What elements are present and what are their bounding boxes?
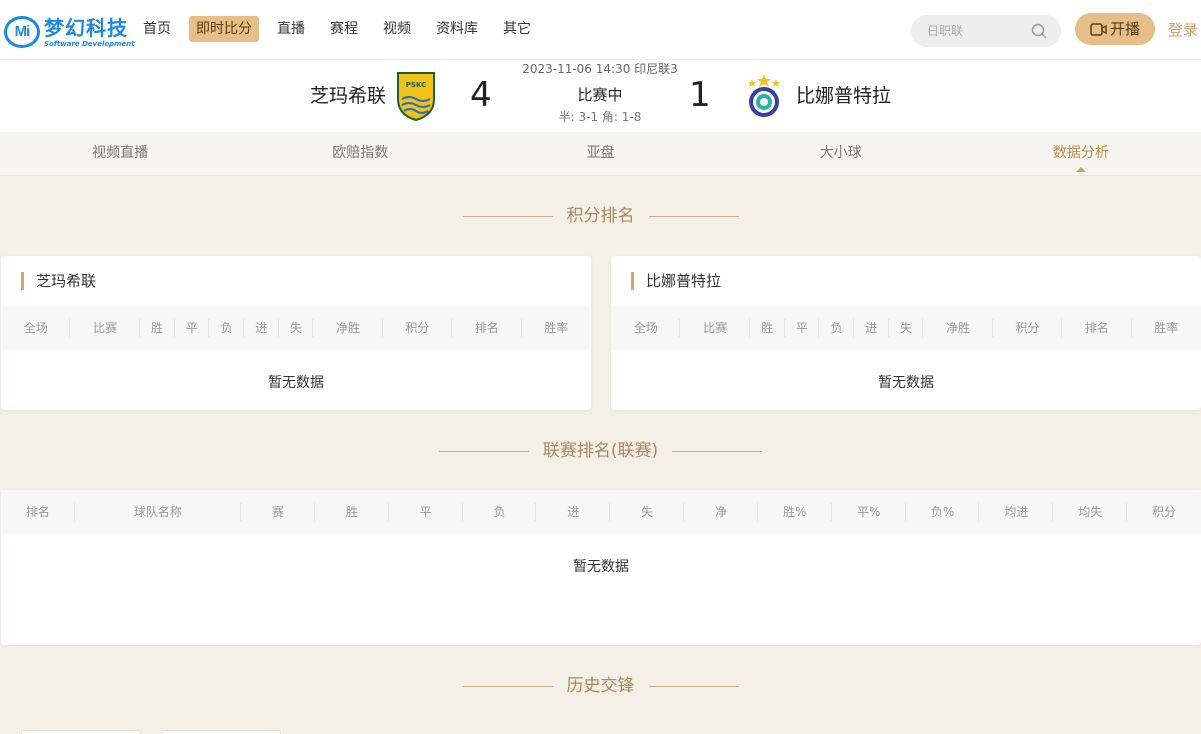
col-header: 比赛	[680, 306, 751, 350]
away-team-crest-icon	[748, 74, 780, 117]
col-header: 平%	[832, 490, 906, 534]
col-header: 比赛	[70, 306, 141, 350]
tab-data-analysis[interactable]: 数据分析	[961, 132, 1201, 175]
divider	[462, 685, 553, 687]
site-logo[interactable]: Mi 梦幻科技 Software Development	[4, 14, 135, 52]
empty-state: 暂无数据	[268, 375, 324, 391]
col-header: 进	[854, 306, 889, 350]
away-team-name[interactable]: 比娜普特拉	[796, 81, 891, 108]
tab-over-under[interactable]: 大小球	[721, 132, 961, 175]
standings-table-header: 全场 比赛 胜 平 负 进 失 净胜 积分 排名 胜率	[611, 306, 1201, 350]
col-header: 净胜	[923, 306, 994, 350]
league-table-header: 排名 球队名称 赛 胜 平 负 进 失 净 胜% 平% 负% 均进 均失 积分	[1, 490, 1201, 534]
col-header: 进	[536, 490, 611, 534]
col-header: 失	[889, 306, 924, 350]
divider	[648, 685, 739, 687]
league-table-card: 排名 球队名称 赛 胜 平 负 进 失 净 胜% 平% 负% 均进 均失 积分 …	[1, 490, 1201, 645]
top-navbar: Mi 梦幻科技 Software Development 首页 即时比分 直播 …	[0, 0, 1201, 60]
col-header: 积分	[383, 306, 453, 350]
col-header: 平	[175, 306, 210, 350]
col-header: 平	[785, 306, 820, 350]
divider	[648, 215, 739, 217]
history-filter-select[interactable]	[21, 730, 141, 734]
col-header: 积分	[993, 306, 1063, 350]
history-section-title: 历史交锋	[0, 674, 1201, 698]
col-header: 积分	[1152, 505, 1177, 519]
col-header: 胜	[140, 306, 175, 350]
divider	[438, 450, 529, 452]
divider	[672, 450, 763, 452]
search-box	[911, 15, 1061, 47]
main-nav: 首页 即时比分 直播 赛程 视频 资料库 其它	[136, 16, 549, 42]
col-header: 失	[610, 490, 684, 534]
login-link[interactable]: 登录	[1168, 19, 1198, 40]
col-header: 净	[684, 490, 758, 534]
svg-text:PSKC: PSKC	[406, 81, 426, 89]
col-header: 失	[279, 306, 314, 350]
nav-other[interactable]: 其它	[496, 16, 538, 42]
home-standings-card: 芝玛希联 全场 比赛 胜 平 负 进 失 净胜 积分 排名 胜率 暂无数据	[1, 256, 591, 410]
col-header: 全场	[611, 306, 681, 350]
col-header: 进	[244, 306, 279, 350]
tab-asian-handicap[interactable]: 亚盘	[480, 132, 720, 175]
col-header: 全场	[1, 306, 71, 350]
match-tabs: 视频直播 欧赔指数 亚盘 大小球 数据分析	[0, 132, 1201, 176]
away-score: 1	[689, 75, 711, 115]
col-header: 净胜	[313, 306, 384, 350]
col-header: 胜率	[544, 321, 569, 335]
home-team-name[interactable]: 芝玛希联	[310, 81, 386, 108]
home-team-crest-icon: PSKC	[397, 72, 435, 121]
col-header: 排名	[452, 306, 522, 350]
card-title: 芝玛希联	[21, 272, 96, 290]
logo-subtitle: Software Development	[44, 40, 135, 48]
logo-mark: Mi	[4, 16, 40, 48]
col-header: 球队名称	[75, 490, 242, 534]
search-input[interactable]	[927, 15, 1027, 47]
col-header: 负	[463, 490, 537, 534]
col-header: 胜	[315, 490, 389, 534]
match-datetime-league: 2023-11-06 14:30 印尼联3	[522, 62, 678, 76]
col-header: 负%	[906, 490, 980, 534]
nav-live-scores[interactable]: 即时比分	[189, 16, 259, 42]
away-standings-card: 比娜普特拉 全场 比赛 胜 平 负 进 失 净胜 积分 排名 胜率 暂无数据	[611, 256, 1201, 410]
col-header: 均进	[979, 490, 1054, 534]
camera-icon	[1090, 23, 1107, 36]
col-header: 胜%	[758, 490, 832, 534]
col-header: 胜率	[1154, 321, 1179, 335]
nav-schedule[interactable]: 赛程	[323, 16, 365, 42]
search-icon[interactable]	[1031, 23, 1047, 39]
standings-section-title: 积分排名	[0, 204, 1201, 228]
col-header: 平	[389, 490, 463, 534]
divider	[462, 215, 553, 217]
col-header: 负	[819, 306, 854, 350]
col-header: 均失	[1053, 490, 1127, 534]
col-header: 赛	[241, 490, 315, 534]
match-header: 芝玛希联 PSKC 4 2023-11-06 14:30 印尼联3 比赛中 半:…	[0, 60, 1201, 132]
card-title: 比娜普特拉	[631, 272, 721, 290]
col-header: 排名	[1062, 306, 1132, 350]
empty-state: 暂无数据	[878, 375, 934, 391]
col-header: 负	[209, 306, 244, 350]
col-header: 胜	[750, 306, 785, 350]
start-live-label: 开播	[1109, 20, 1140, 38]
match-status: 比赛中	[577, 86, 623, 104]
nav-database[interactable]: 资料库	[429, 16, 485, 42]
match-info: 2023-11-06 14:30 印尼联3 比赛中 半: 3-1 角: 1-8	[500, 62, 700, 124]
match-half-corner: 半: 3-1 角: 1-8	[558, 110, 642, 124]
tab-euro-odds[interactable]: 欧赔指数	[240, 132, 480, 175]
logo-text: 梦幻科技	[44, 16, 128, 40]
start-live-button[interactable]: 开播	[1075, 13, 1155, 45]
empty-state: 暂无数据	[573, 559, 629, 575]
home-score: 4	[470, 75, 492, 115]
league-section-title: 联赛排名(联赛)	[0, 439, 1201, 463]
standings-table-header: 全场 比赛 胜 平 负 进 失 净胜 积分 排名 胜率	[1, 306, 591, 350]
nav-live[interactable]: 直播	[270, 16, 312, 42]
history-filter-select[interactable]	[161, 730, 281, 734]
nav-home[interactable]: 首页	[136, 16, 178, 42]
tab-video-live[interactable]: 视频直播	[0, 132, 240, 175]
col-header: 排名	[1, 490, 75, 534]
nav-video[interactable]: 视频	[376, 16, 418, 42]
